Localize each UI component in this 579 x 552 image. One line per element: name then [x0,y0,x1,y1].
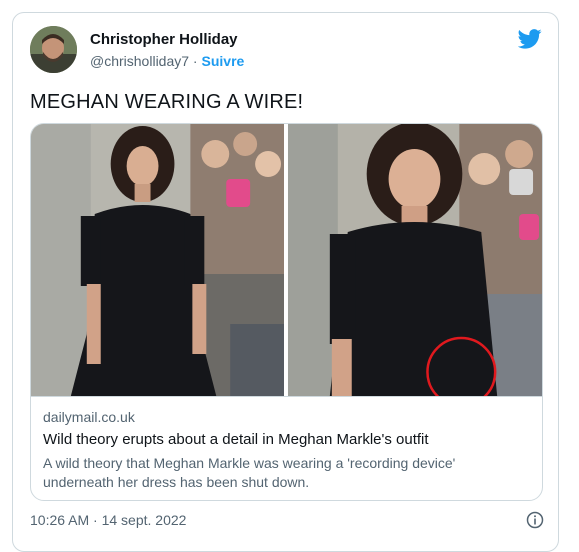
card-body[interactable]: dailymail.co.uk Wild theory erupts about… [31,396,542,500]
card-title[interactable]: Wild theory erupts about a detail in Meg… [43,431,429,448]
author-name[interactable]: Christopher Holliday [90,31,238,48]
card-image[interactable] [31,124,542,396]
author-handle-row: @chrisholliday7 · Suivre [90,53,244,69]
twitter-bird-icon[interactable] [518,29,542,49]
info-icon[interactable] [526,511,544,529]
card-description: A wild theory that Meghan Markle was wea… [43,455,456,490]
follow-button[interactable]: Suivre [202,53,245,69]
tweet-text: MEGHAN WEARING A WIRE! [30,91,304,113]
tweet-timestamp[interactable]: 10:26 AM · 14 sept. 2022 [30,512,186,528]
avatar[interactable] [30,26,77,73]
link-card[interactable]: dailymail.co.uk Wild theory erupts about… [30,123,543,501]
separator: · [189,53,202,69]
tweet-embed[interactable]: Christopher Holliday @chrisholliday7 · S… [12,12,559,552]
author-handle[interactable]: @chrisholliday7 [90,53,189,69]
card-domain: dailymail.co.uk [43,409,135,425]
